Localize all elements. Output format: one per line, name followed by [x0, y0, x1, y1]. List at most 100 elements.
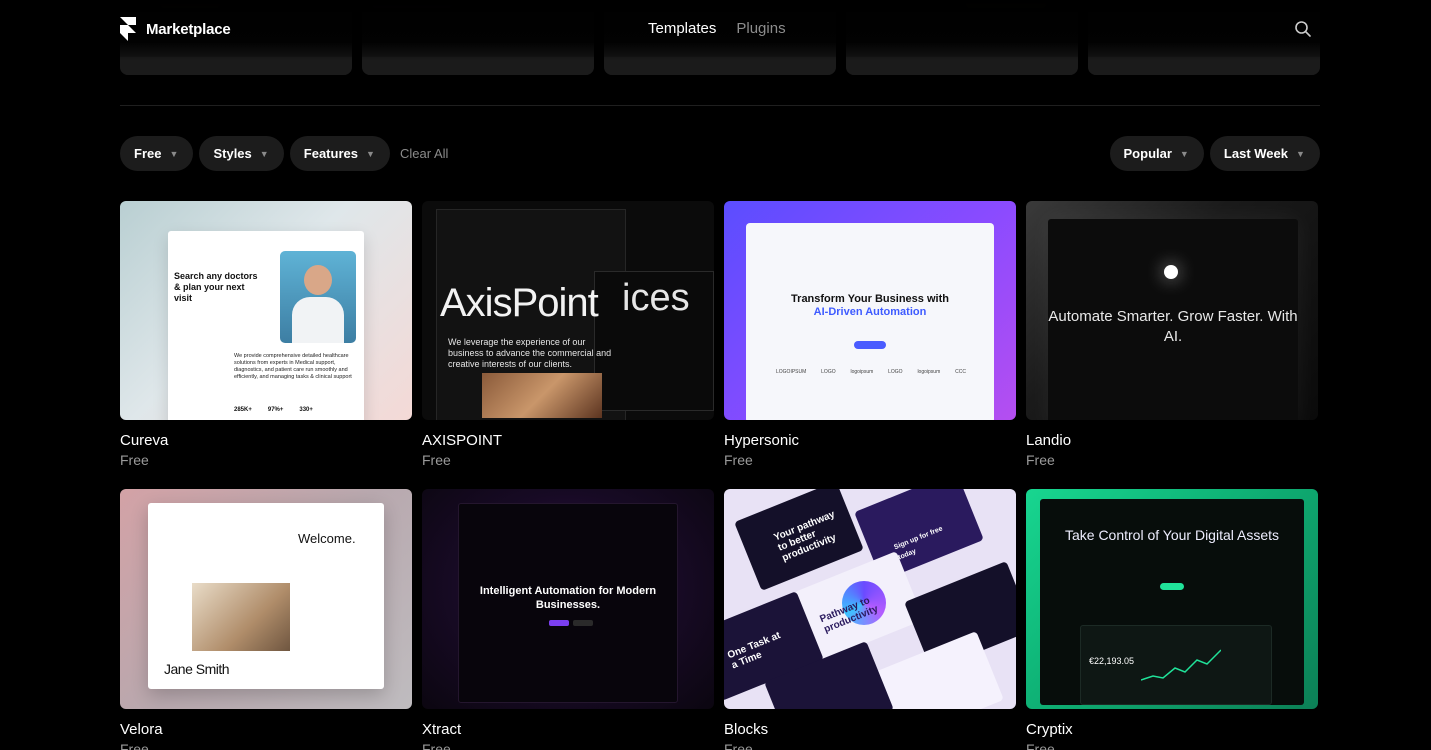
template-name[interactable]: Hypersonic — [724, 432, 1016, 449]
preview-image — [482, 373, 602, 418]
filter-styles[interactable]: Styles ▼ — [199, 136, 284, 171]
search-icon[interactable] — [1294, 20, 1312, 38]
filter-label: Free — [134, 146, 162, 161]
sort-bar: Popular ▼ Last Week ▼ — [1109, 136, 1320, 171]
clear-all-button[interactable]: Clear All — [400, 146, 448, 161]
preview-headline: Search any doctors & plan your next visi… — [174, 271, 258, 303]
preview-button — [573, 620, 593, 626]
top-header: Marketplace Templates Plugins — [0, 0, 1431, 60]
logo-text: CCC — [955, 369, 966, 375]
preview-dashboard: €22,193.05 — [1080, 625, 1272, 705]
template-card-landio[interactable]: Automate Smarter. Grow Faster. With AI. … — [1026, 201, 1318, 489]
template-price: Free — [120, 452, 149, 468]
filter-label: Features — [303, 146, 358, 161]
logo-text: LOGO — [888, 369, 903, 375]
preview-button — [549, 620, 569, 626]
template-thumbnail[interactable]: Intelligent Automation for Modern Busine… — [422, 489, 714, 709]
preview-page: Welcome. Jane Smith — [148, 503, 384, 689]
template-thumbnail[interactable]: Transform Your Business with AI-Driven A… — [724, 201, 1016, 420]
preview-text: We provide comprehensive detailed health… — [234, 353, 352, 380]
template-card-velora[interactable]: Welcome. Jane Smith Velora Free — [120, 489, 412, 750]
template-price: Free — [422, 452, 451, 468]
preview-page: Intelligent Automation for Modern Busine… — [458, 503, 678, 703]
template-name[interactable]: AXISPOINT — [422, 432, 714, 449]
preview-headline: Transform Your Business with AI-Driven A… — [746, 293, 994, 319]
preview-headline: AxisPoint — [440, 281, 599, 325]
template-name[interactable]: Cureva — [120, 432, 412, 449]
stat: 97%+ — [267, 407, 284, 413]
template-name[interactable]: Cryptix — [1026, 721, 1318, 738]
nav-templates[interactable]: Templates — [648, 20, 716, 37]
preview-orb — [1164, 265, 1178, 279]
template-card-cryptix[interactable]: Take Control of Your Digital Assets €22,… — [1026, 489, 1318, 750]
preview-image — [192, 583, 290, 651]
preview-chart — [1141, 649, 1221, 681]
preview-page: Take Control of Your Digital Assets €22,… — [1040, 499, 1304, 705]
template-thumbnail[interactable]: Search any doctors & plan your next visi… — [120, 201, 412, 420]
sort-label: Last Week — [1223, 146, 1288, 161]
template-card-axispoint[interactable]: ices AxisPoint We leverage the experienc… — [422, 201, 714, 489]
filter-label: Styles — [213, 146, 252, 161]
template-thumbnail[interactable]: Automate Smarter. Grow Faster. With AI. — [1026, 201, 1318, 420]
template-thumbnail[interactable]: Take Control of Your Digital Assets €22,… — [1026, 489, 1318, 709]
logo-text: LOGOIPSUM — [776, 369, 807, 375]
preview-balance: €22,193.05 — [1089, 656, 1135, 666]
template-price: Free — [422, 741, 451, 750]
preview-text: We leverage the experience of our busine… — [448, 337, 612, 369]
template-name[interactable]: Blocks — [724, 721, 1016, 738]
filter-free[interactable]: Free ▼ — [120, 136, 194, 171]
preview-page: Automate Smarter. Grow Faster. With AI. — [1048, 219, 1298, 420]
filter-bar: Free ▼ Styles ▼ Features ▼ Clear All — [120, 136, 448, 171]
chevron-down-icon: ▼ — [365, 148, 375, 159]
preview-headline: Take Control of Your Digital Assets — [1064, 527, 1279, 543]
template-price: Free — [1026, 741, 1055, 750]
chevron-down-icon: ▼ — [169, 148, 179, 159]
chevron-down-icon: ▼ — [259, 148, 269, 159]
template-price: Free — [724, 741, 753, 750]
stat: 285K+ — [234, 407, 252, 413]
divider — [120, 105, 1320, 106]
main-nav: Templates Plugins — [648, 20, 786, 37]
preview-button — [1160, 583, 1184, 590]
template-price: Free — [1026, 452, 1055, 468]
preview-stats: 285K+ 97%+ 330+ — [234, 407, 313, 413]
logo-text: logoipsum — [917, 369, 941, 375]
preview-headline-line: Transform Your Business with — [791, 293, 949, 305]
template-card-xtract[interactable]: Intelligent Automation for Modern Busine… — [422, 489, 714, 750]
preview-logos: LOGOIPSUM LOGO logoipsum LOGO logoipsum … — [776, 369, 966, 375]
template-price: Free — [120, 741, 149, 750]
template-name[interactable]: Landio — [1026, 432, 1318, 449]
framer-logo-icon — [120, 17, 136, 41]
template-price: Free — [724, 452, 753, 468]
preview-signature: Jane Smith — [164, 661, 230, 677]
preview-page: Search any doctors & plan your next visi… — [168, 231, 364, 420]
template-card-cureva[interactable]: Search any doctors & plan your next visi… — [120, 201, 412, 489]
template-name[interactable]: Xtract — [422, 721, 714, 738]
nav-plugins[interactable]: Plugins — [736, 20, 785, 37]
template-thumbnail[interactable]: Welcome. Jane Smith — [120, 489, 412, 709]
chevron-down-icon: ▼ — [1296, 148, 1305, 159]
app-title: Marketplace — [146, 20, 231, 38]
sort-label: Popular — [1123, 146, 1172, 161]
preview-headline: Intelligent Automation for Modern Busine… — [479, 585, 657, 611]
preview-highlight: AI-Driven Automation — [813, 306, 927, 318]
filter-features[interactable]: Features ▼ — [289, 136, 390, 171]
preview-headline: Automate Smarter. Grow Faster. With AI. — [1048, 308, 1298, 345]
template-grid: Search any doctors & plan your next visi… — [120, 201, 1320, 750]
preview-page: Transform Your Business with AI-Driven A… — [746, 223, 994, 420]
preview-button — [854, 341, 886, 349]
stat: 330+ — [299, 407, 313, 413]
template-card-hypersonic[interactable]: Transform Your Business with AI-Driven A… — [724, 201, 1016, 489]
template-thumbnail[interactable]: Your pathway to better productivity Sign… — [724, 489, 1016, 709]
logo[interactable]: Marketplace — [120, 17, 231, 41]
doctor-image — [280, 251, 356, 343]
chevron-down-icon: ▼ — [1179, 148, 1189, 159]
preview-headline: Welcome. — [298, 531, 356, 546]
template-card-blocks[interactable]: Your pathway to better productivity Sign… — [724, 489, 1016, 750]
template-name[interactable]: Velora — [120, 721, 412, 738]
preview-headline: ices — [622, 277, 690, 319]
template-thumbnail[interactable]: ices AxisPoint We leverage the experienc… — [422, 201, 714, 420]
sort-period[interactable]: Last Week ▼ — [1209, 136, 1320, 171]
sort-popular[interactable]: Popular ▼ — [1109, 136, 1204, 171]
logo-text: LOGO — [821, 369, 836, 375]
